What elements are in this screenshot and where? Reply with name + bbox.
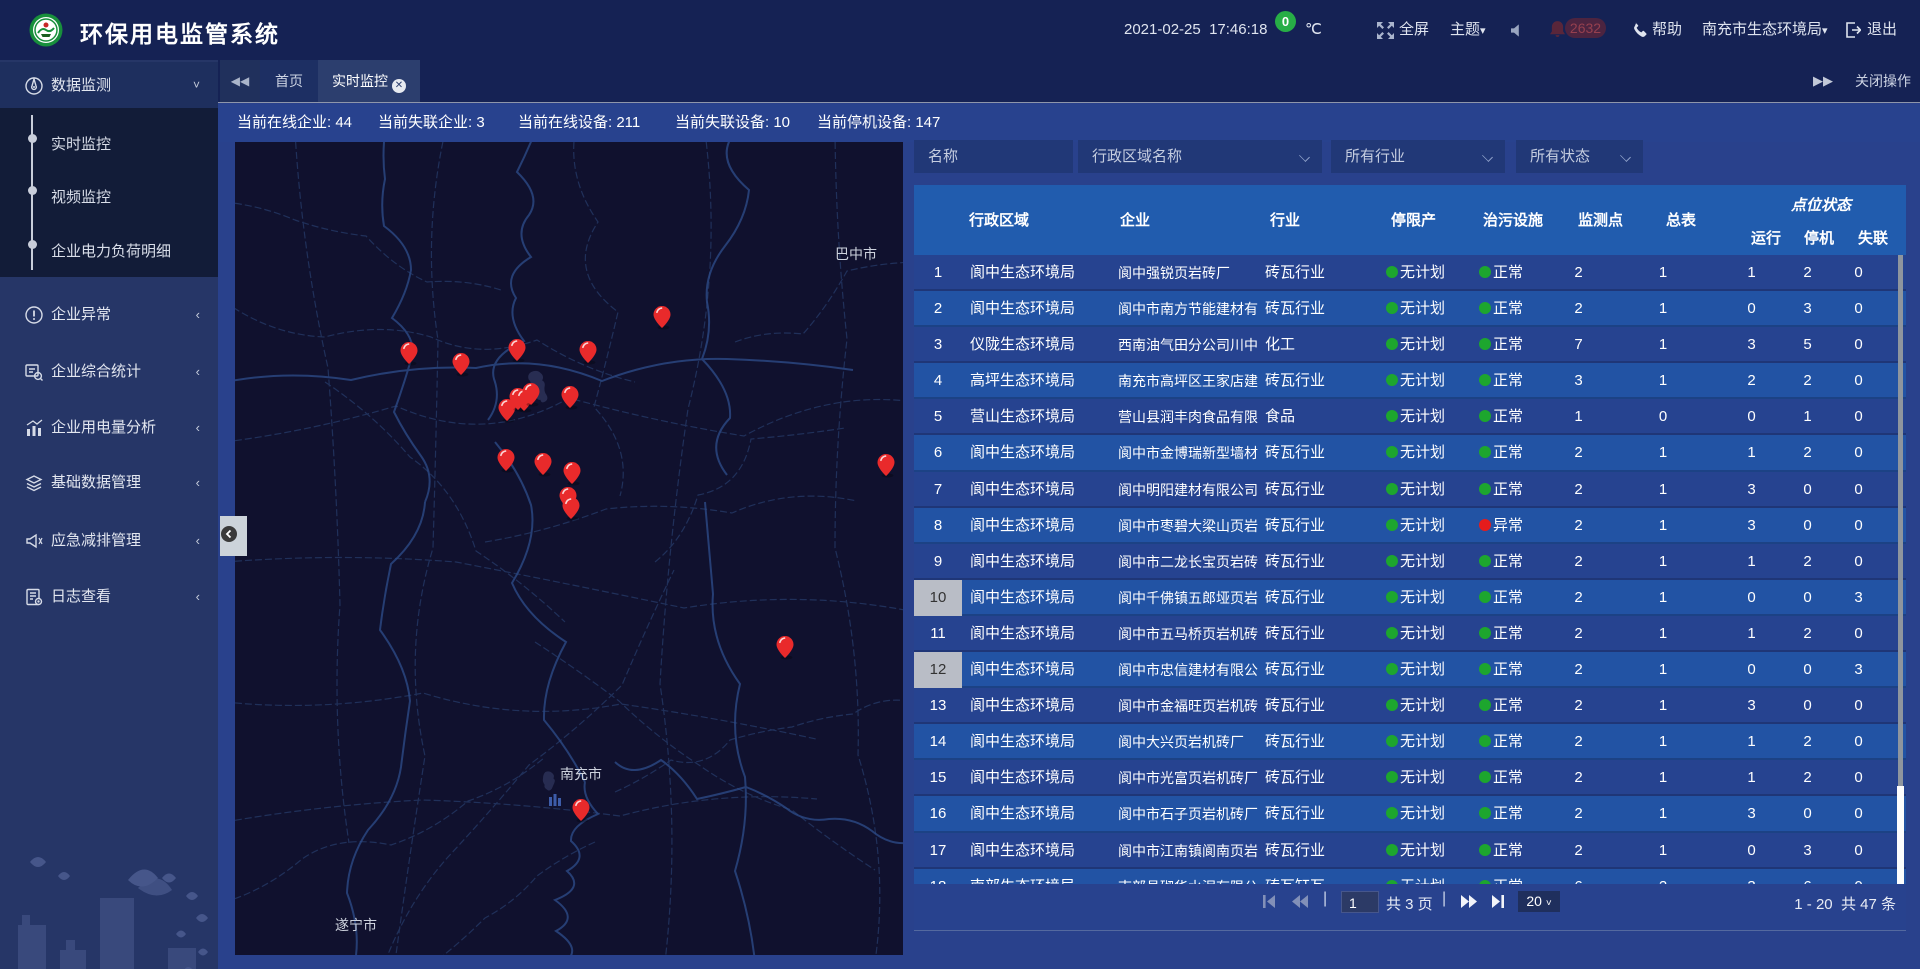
- svg-text:南充市: 南充市: [560, 766, 602, 782]
- svg-text:遂宁市: 遂宁市: [335, 917, 377, 933]
- svg-text:巴中市: 巴中市: [835, 246, 877, 262]
